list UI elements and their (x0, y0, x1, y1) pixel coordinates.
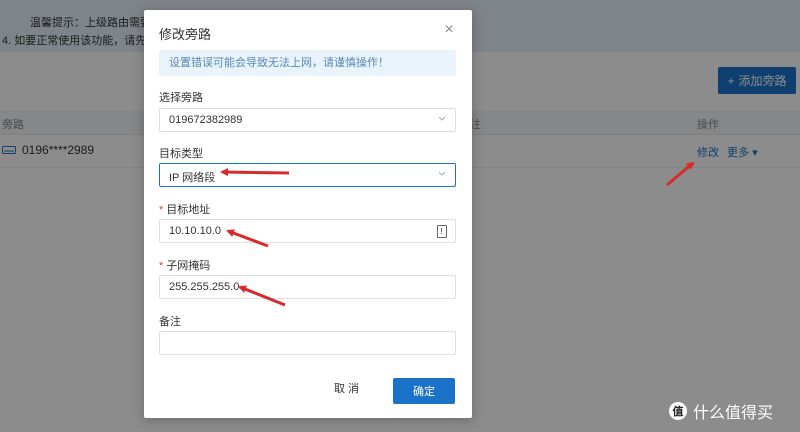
arrow-subnet-mask (238, 285, 286, 307)
watermark-logo: 值 (669, 402, 687, 420)
arrow-target-address (226, 229, 269, 248)
arrow-target-type (220, 168, 290, 177)
watermark-text: 什么值得买 (693, 405, 774, 422)
watermark: 值 什么值得买 (669, 399, 773, 423)
arrow-edit-link (666, 161, 695, 187)
annotation-arrows (220, 161, 695, 307)
